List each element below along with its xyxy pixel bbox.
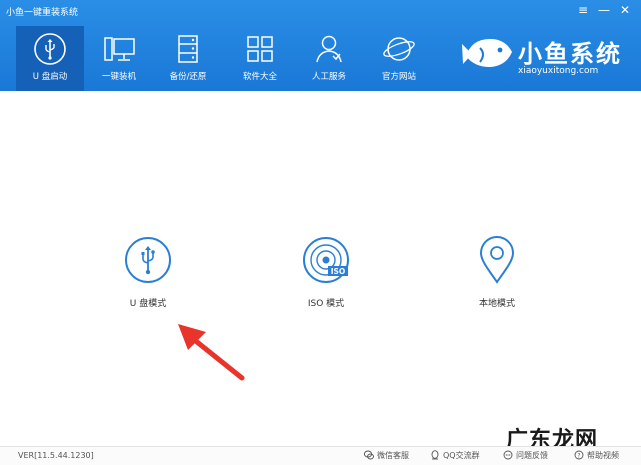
link-label: 问题反馈: [516, 451, 548, 460]
iso-badge: ISO: [331, 267, 346, 276]
nav-label: 软件大全: [242, 72, 277, 82]
nav-label: 官方网站: [381, 72, 416, 82]
minimize-button[interactable]: —: [596, 3, 612, 17]
iso-disc-icon: ISO: [303, 237, 349, 283]
link-label: QQ交流群: [443, 451, 480, 460]
nav-item-usb-boot[interactable]: U 盘启动: [16, 26, 84, 91]
svg-text:?: ?: [577, 453, 580, 460]
nav-item-support[interactable]: 人工服务: [295, 26, 363, 91]
usb-circle-icon: [125, 237, 171, 283]
mode-label: U 盘模式: [129, 299, 167, 309]
qq-group-link[interactable]: QQ交流群: [430, 450, 480, 463]
help-video-link[interactable]: ? 帮助视频: [574, 450, 619, 463]
nav-item-website[interactable]: 官方网站: [365, 26, 433, 91]
brand-logo: 小鱼系统 xiaoyuxitong.com: [462, 32, 630, 82]
mode-usb[interactable]: U 盘模式: [103, 236, 193, 316]
link-label: 帮助视频: [587, 451, 619, 460]
app-title: 小鱼一键重装系统: [6, 8, 79, 18]
fish-logo-icon: [462, 38, 512, 67]
link-label: 微信客服: [377, 451, 409, 460]
nav-item-install[interactable]: 一键装机: [85, 26, 153, 91]
location-pin-icon: [479, 236, 515, 284]
backup-icon: [178, 35, 198, 63]
close-button[interactable]: ✕: [617, 3, 633, 17]
status-bar: VER[11.5.44.1230] 微信客服 QQ交流群 问题反馈 ? 帮助视频: [0, 446, 641, 465]
version-label: VER[11.5.44.1230]: [18, 451, 94, 460]
top-bar: 小鱼一键重装系统 ≡ — ✕ U 盘启动 一键装机 备份/还原 软件大全 人工服…: [0, 0, 641, 91]
nav-item-software[interactable]: 软件大全: [226, 26, 294, 91]
nav-item-backup[interactable]: 备份/还原: [154, 26, 222, 91]
planet-icon: [383, 37, 415, 61]
brand-url: xiaoyuxitong.com: [518, 66, 599, 76]
wechat-icon: [364, 450, 374, 460]
nav-label: 人工服务: [311, 72, 346, 82]
apps-grid-icon: [247, 36, 273, 62]
computer-icon: [104, 37, 135, 61]
menu-button[interactable]: ≡: [575, 3, 591, 17]
mode-label: ISO 模式: [307, 299, 345, 309]
support-person-icon: [316, 35, 342, 63]
mode-label: 本地模式: [478, 299, 515, 309]
help-icon: ?: [574, 450, 584, 460]
nav-label: U 盘启动: [32, 72, 68, 82]
brand-name: 小鱼系统: [518, 40, 622, 68]
nav-label: 一键装机: [101, 72, 136, 82]
mode-local[interactable]: 本地模式: [452, 236, 542, 316]
annotation-arrow-icon: [178, 324, 245, 381]
mode-iso[interactable]: ISO ISO 模式: [281, 236, 371, 316]
feedback-link[interactable]: 问题反馈: [503, 450, 548, 463]
wechat-support-link[interactable]: 微信客服: [364, 450, 409, 463]
nav-label: 备份/还原: [169, 72, 207, 82]
qq-icon: [431, 450, 439, 460]
usb-icon: [34, 33, 66, 65]
feedback-icon: [503, 450, 513, 460]
